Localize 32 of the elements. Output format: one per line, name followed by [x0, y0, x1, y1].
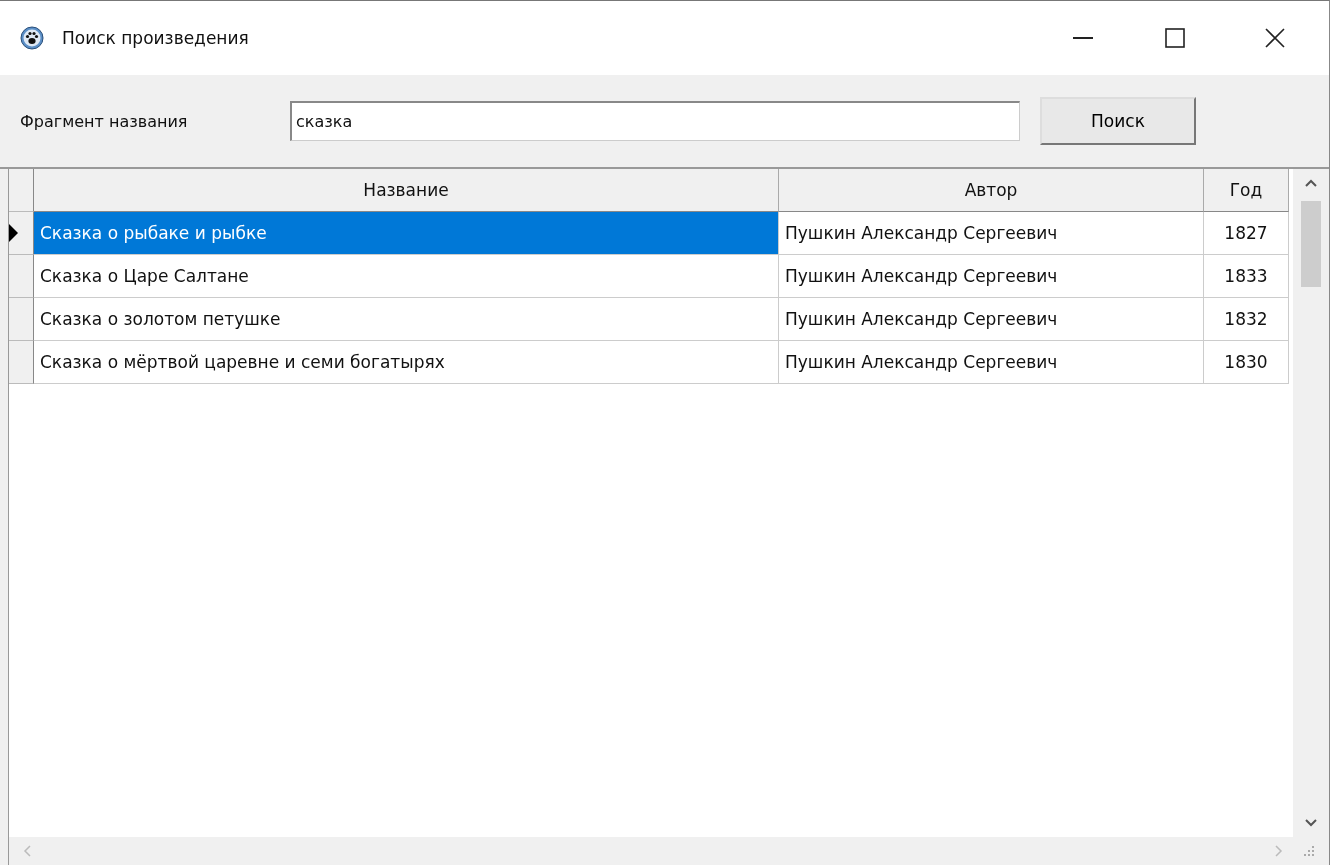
column-header[interactable]: Название: [34, 169, 779, 212]
table-cell: 1833: [1204, 255, 1289, 298]
row-header: [9, 169, 34, 212]
maximize-icon: [1164, 27, 1186, 49]
close-icon: [1264, 27, 1286, 49]
scroll-up-icon: [1305, 179, 1317, 187]
table-cell: Пушкин Александр Сергеевич: [779, 255, 1204, 298]
search-field[interactable]: сказка: [290, 101, 1020, 141]
scroll-down-icon: [1305, 819, 1317, 827]
table-cell: 1832: [1204, 298, 1289, 341]
row-header[interactable]: [9, 212, 34, 255]
table-cell: Сказка о Царе Салтане: [34, 255, 779, 298]
table-cell: Пушкин Александр Сергеевич: [779, 298, 1204, 341]
scroll-right-icon: [1275, 845, 1283, 857]
column-header[interactable]: Год: [1204, 169, 1289, 212]
table-cell: 1827: [1204, 212, 1289, 255]
table-cell: Пушкин Александр Сергеевич: [779, 341, 1204, 384]
table-cell: Сказка о мёртвой царевне и семи богатырях: [34, 341, 779, 384]
scroll-left-icon: [23, 845, 31, 857]
window-title: Поиск произведения: [62, 28, 249, 48]
resize-grip-icon: [1303, 845, 1315, 857]
search-button[interactable]: Поиск: [1040, 97, 1196, 145]
minimize-icon: [1072, 37, 1094, 39]
column-header[interactable]: Автор: [779, 169, 1204, 212]
table-cell: Сказка о рыбаке и рыбке: [34, 212, 779, 255]
vertical-scrollbar[interactable]: [1293, 169, 1329, 837]
table-cell: Сказка о золотом петушке: [34, 298, 779, 341]
table-cell: 1830: [1204, 341, 1289, 384]
search-label: Фрагмент названия: [20, 111, 189, 131]
scrollbar-thumb[interactable]: [1301, 201, 1321, 287]
table-cell: Пушкин Александр Сергеевич: [779, 212, 1204, 255]
paw-icon: [20, 26, 44, 50]
